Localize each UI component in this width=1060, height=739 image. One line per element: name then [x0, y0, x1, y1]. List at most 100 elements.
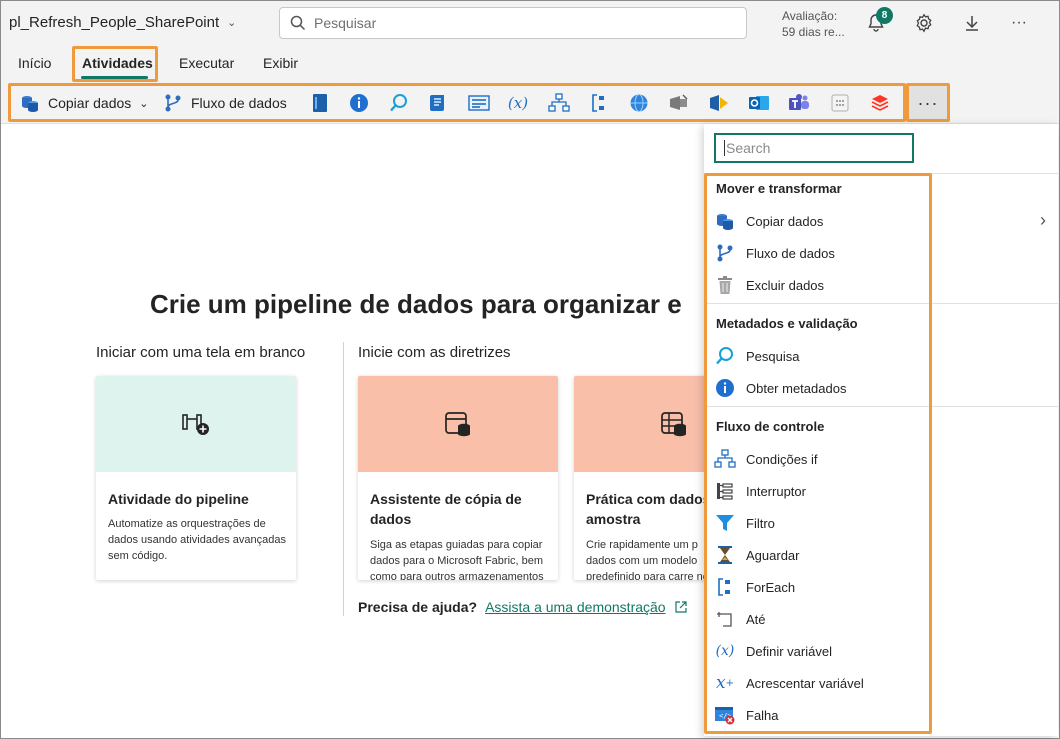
search-icon	[290, 15, 306, 31]
help-label: Precisa de ajuda?	[358, 599, 478, 615]
script-icon[interactable]	[427, 92, 449, 114]
webhook-icon[interactable]	[668, 92, 690, 114]
card-title: Atividade do pipeline	[108, 491, 249, 507]
card-title: Assistente de cópia de dados	[370, 491, 522, 527]
fail-icon: </>	[714, 704, 736, 726]
tab-exibir[interactable]: Exibir	[263, 55, 298, 71]
download-icon[interactable]	[959, 10, 985, 36]
panel-item-label: Falha	[746, 707, 779, 723]
info-icon[interactable]	[348, 92, 370, 114]
settings-gear-icon[interactable]	[911, 10, 937, 36]
panel-search-input[interactable]: Search	[714, 133, 914, 163]
global-search[interactable]: Pesquisar	[279, 7, 747, 39]
variable-icon: (x)	[715, 643, 735, 659]
panel-item-label: Fluxo de dados	[746, 245, 835, 261]
panel-item-label: Excluir dados	[746, 277, 825, 293]
panel-item-if-condition[interactable]: Condições if	[714, 446, 928, 472]
info-icon	[714, 377, 736, 399]
item-title-dropdown[interactable]: pl_Refresh_People_SharePoint ⌄	[9, 14, 236, 31]
panel-item-foreach[interactable]: ForEach	[714, 574, 928, 600]
copy-data-icon	[714, 210, 736, 232]
switch-icon	[714, 480, 736, 502]
card-description: Crie rapidamente um p dados com um model…	[586, 539, 709, 580]
panel-divider	[704, 173, 1058, 174]
card-pipeline-activity[interactable]: Atividade do pipeline Automatize as orqu…	[96, 376, 296, 580]
panel-search-placeholder: Search	[726, 140, 771, 156]
notebook-icon[interactable]	[309, 92, 331, 114]
item-title-text: pl_Refresh_People_SharePoint	[9, 14, 220, 31]
dataflow-label: Fluxo de dados	[191, 95, 287, 111]
kql-icon[interactable]	[829, 92, 851, 114]
outlook-icon[interactable]	[748, 92, 770, 114]
filter-icon	[714, 512, 736, 534]
group-control-flow: Fluxo de controle	[716, 419, 825, 434]
dataflow-icon	[714, 242, 736, 264]
ribbon-more-button[interactable]: ···	[908, 86, 948, 120]
panel-item-delete-data[interactable]: Excluir dados	[714, 272, 928, 298]
if-condition-icon[interactable]	[548, 92, 570, 114]
until-icon	[714, 608, 736, 630]
panel-item-label: Filtro	[746, 515, 775, 531]
tab-row	[1, 46, 1059, 82]
group-metadata-validation: Metadados e validação	[716, 316, 858, 331]
panel-item-until[interactable]: Até	[714, 606, 928, 632]
append-variable-icon: x +	[716, 673, 734, 693]
panel-item-filter[interactable]: Filtro	[714, 510, 928, 536]
help-row: Precisa de ajuda? Assista a uma demonstr…	[358, 599, 688, 615]
demo-link[interactable]: Assista a uma demonstração	[485, 599, 666, 615]
external-link-icon	[674, 601, 687, 613]
lookup-icon	[714, 345, 736, 367]
tab-executar[interactable]: Executar	[179, 55, 234, 71]
panel-item-get-metadata[interactable]: Obter metadados	[714, 375, 928, 401]
panel-item-label: Até	[746, 611, 766, 627]
stored-procedure-icon[interactable]	[468, 92, 490, 114]
variable-icon[interactable]: (x)	[507, 92, 529, 114]
trial-status[interactable]: Avaliação: 59 dias re...	[782, 8, 845, 40]
trial-days: 59 dias re...	[782, 25, 845, 39]
trash-icon	[714, 274, 736, 296]
panel-item-copy-data[interactable]: Copiar dados	[714, 208, 928, 234]
if-condition-icon	[714, 448, 736, 470]
panel-item-set-variable[interactable]: (x) Definir variável	[714, 638, 928, 664]
web-icon[interactable]	[628, 92, 650, 114]
panel-item-label: Condições if	[746, 451, 818, 467]
databricks-icon[interactable]	[869, 92, 891, 114]
panel-item-label: Aguardar	[746, 547, 800, 563]
panel-item-fail[interactable]: </> Falha	[714, 702, 928, 728]
panel-item-label: Copiar dados	[746, 213, 824, 229]
copy-data-label: Copiar dados	[48, 95, 132, 111]
chevron-down-icon: ⌄	[227, 17, 237, 29]
foreach-icon[interactable]	[588, 92, 610, 114]
panel-item-lookup[interactable]: Pesquisa	[714, 343, 928, 369]
teams-icon[interactable]	[788, 92, 810, 114]
active-tab-indicator	[81, 76, 148, 79]
panel-divider	[704, 406, 1058, 407]
text-caret	[724, 140, 725, 156]
group-move-transform: Mover e transformar	[716, 181, 842, 196]
section-divider	[343, 342, 344, 616]
page-headline: Crie um pipeline de dados para organizar…	[150, 289, 682, 319]
search-placeholder: Pesquisar	[314, 15, 377, 31]
chevron-right-icon[interactable]: ›	[1040, 210, 1046, 231]
panel-item-append-variable[interactable]: x + Acrescentar variável	[714, 670, 928, 696]
ribbon	[1, 82, 1059, 124]
panel-item-label: Interruptor	[746, 483, 806, 499]
panel-item-wait[interactable]: Aguardar	[714, 542, 928, 568]
copy-data-button[interactable]: Copiar dados ⌄	[20, 91, 149, 115]
lookup-icon[interactable]	[388, 92, 410, 114]
panel-item-label: Definir variável	[746, 643, 832, 659]
card-copy-assistant[interactable]: Assistente de cópia de dados Siga as eta…	[358, 376, 558, 580]
tab-inicio[interactable]: Início	[18, 55, 51, 71]
trial-label: Avaliação:	[782, 9, 838, 23]
azure-function-icon[interactable]	[708, 92, 730, 114]
copy-assistant-icon	[445, 412, 470, 437]
dataflow-button[interactable]: Fluxo de dados	[163, 91, 287, 115]
tab-atividades[interactable]: Atividades	[82, 55, 153, 71]
more-options-icon[interactable]: ···	[1006, 10, 1032, 36]
panel-item-dataflow[interactable]: Fluxo de dados	[714, 240, 928, 266]
chevron-down-icon: ⌄	[139, 97, 149, 110]
panel-item-switch[interactable]: Interruptor	[714, 478, 928, 504]
hourglass-icon	[714, 544, 736, 566]
panel-item-label: Obter metadados	[746, 380, 847, 396]
card-description: Automatize as orquestrações de dados usa…	[108, 518, 286, 562]
